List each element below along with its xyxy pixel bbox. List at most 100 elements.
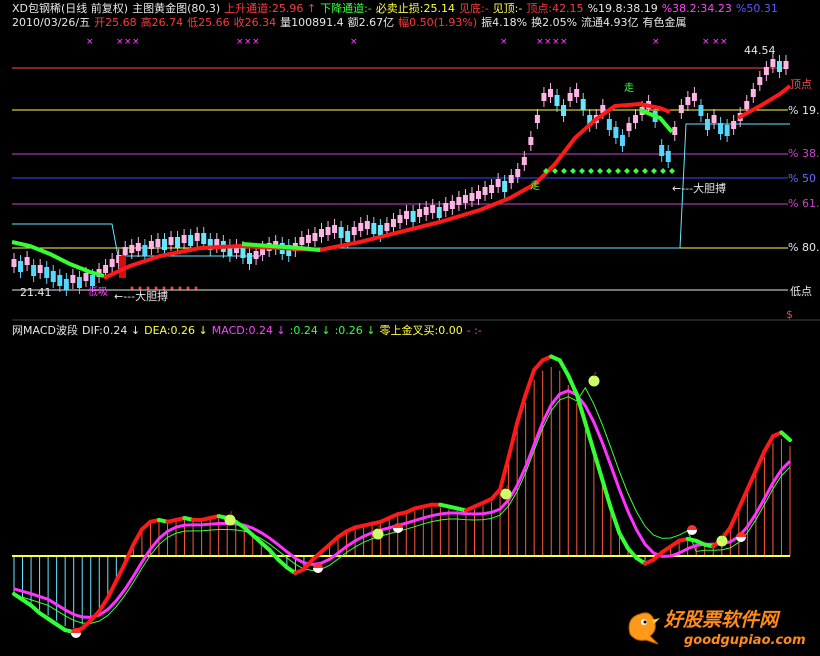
buy-diamond bbox=[597, 168, 603, 174]
indicator-field: MACD:0.24 ↓ bbox=[211, 324, 286, 337]
candle bbox=[148, 235, 154, 255]
dif-segment bbox=[37, 611, 51, 621]
high-value-label: 44.54 bbox=[744, 44, 776, 57]
candle bbox=[305, 229, 311, 249]
mid-mark: 走 bbox=[624, 83, 634, 94]
dif-segment bbox=[719, 525, 733, 541]
dif-segment bbox=[156, 517, 170, 524]
candle bbox=[541, 87, 547, 107]
candle bbox=[207, 233, 213, 256]
indicator-field: DEA:0.26 ↓ bbox=[144, 324, 208, 337]
dif-segment bbox=[267, 548, 281, 562]
dead-cross-apple-icon bbox=[716, 531, 728, 547]
candle bbox=[364, 215, 370, 235]
candle bbox=[18, 255, 24, 278]
bold-buy-label: ←---大胆搏 bbox=[114, 290, 169, 303]
signal-x-mark: × bbox=[544, 37, 552, 47]
dif-segment bbox=[233, 519, 247, 530]
bird-logo-icon bbox=[628, 612, 660, 645]
dif-segment bbox=[472, 500, 486, 509]
candlesticks bbox=[11, 53, 789, 296]
dif-segment bbox=[139, 519, 153, 532]
buy-diamond bbox=[651, 168, 657, 174]
dollar-mark: $ bbox=[786, 308, 793, 321]
candle bbox=[776, 55, 782, 78]
candle bbox=[44, 261, 50, 284]
dif-segment bbox=[532, 358, 545, 372]
candle bbox=[567, 87, 573, 107]
dif-segment bbox=[728, 506, 741, 530]
dot-mark bbox=[178, 286, 182, 290]
signal-x-mark: × bbox=[552, 37, 560, 47]
signal-x-mark: × bbox=[652, 37, 660, 47]
golden-cross-ball-icon bbox=[393, 523, 403, 533]
candle bbox=[70, 269, 76, 289]
candle bbox=[194, 227, 200, 247]
mid-mark: 走 bbox=[530, 181, 540, 192]
fib-50-label: % 50 bbox=[788, 172, 816, 185]
buy-diamond bbox=[561, 168, 567, 174]
bottom-mark: 低吸 bbox=[88, 287, 108, 298]
candle bbox=[417, 203, 423, 223]
dif-segment bbox=[523, 367, 537, 397]
dif-segment bbox=[702, 542, 716, 549]
dif-segment bbox=[745, 468, 758, 492]
candle bbox=[50, 265, 56, 288]
signal-x-mark: × bbox=[536, 37, 544, 47]
candle bbox=[338, 221, 344, 244]
golden-cross-ball-icon bbox=[687, 525, 697, 535]
candle bbox=[691, 87, 697, 107]
candle bbox=[763, 61, 769, 81]
dif-segment bbox=[412, 504, 426, 511]
candle bbox=[665, 145, 671, 168]
candle bbox=[404, 205, 410, 225]
dif-segment bbox=[250, 533, 264, 545]
candle bbox=[685, 91, 691, 111]
candle bbox=[410, 205, 416, 228]
dot-mark bbox=[194, 286, 198, 290]
candle bbox=[718, 117, 724, 140]
signal-x-mark: × bbox=[124, 37, 132, 47]
dif-segment bbox=[489, 487, 503, 501]
dif-segment bbox=[88, 609, 102, 623]
dif-segment bbox=[660, 544, 673, 555]
dif-segment bbox=[736, 487, 750, 511]
price-chart[interactable]: × × × × × × × × × × × × × × × × × bbox=[0, 0, 820, 320]
dif-segment bbox=[694, 538, 707, 547]
indicator-field: 网MACD波段 bbox=[12, 324, 78, 337]
buy-diamond bbox=[588, 168, 594, 174]
candle bbox=[495, 173, 501, 193]
fib-61-label: % 61. bbox=[788, 197, 820, 210]
dif-segment bbox=[165, 517, 179, 524]
dif-segment bbox=[438, 502, 451, 509]
candle bbox=[155, 233, 161, 253]
candle bbox=[613, 121, 619, 144]
dot-mark bbox=[186, 286, 190, 290]
buy-diamond bbox=[615, 168, 621, 174]
candle bbox=[750, 83, 756, 103]
dif-segment bbox=[174, 516, 187, 522]
candle bbox=[214, 233, 220, 253]
candle bbox=[397, 209, 403, 229]
candle bbox=[462, 189, 468, 209]
buy-diamond bbox=[606, 168, 612, 174]
dif-segment bbox=[276, 557, 289, 570]
signal-x-mark: × bbox=[116, 37, 124, 47]
golden-cross-ball-icon bbox=[313, 563, 323, 573]
site-watermark: 好股票软件网 goodgupiao.com bbox=[628, 609, 806, 648]
dif-segment bbox=[225, 516, 238, 524]
candle bbox=[626, 117, 632, 137]
indicator-header: 网MACD波段 DIF:0.24 ↓ DEA:0.26 ↓ MACD:0.24 ↓:0… bbox=[12, 324, 486, 337]
dif-segment bbox=[591, 449, 605, 482]
indicator-field: :0.24 ↓ bbox=[289, 324, 331, 337]
watermark-name: 好股票软件网 bbox=[663, 609, 781, 631]
candle bbox=[37, 259, 43, 279]
dif-segment bbox=[80, 618, 93, 631]
dif-segment bbox=[557, 358, 571, 378]
dif-segment bbox=[625, 546, 639, 560]
dif-segment bbox=[463, 504, 477, 513]
dif-segment bbox=[446, 504, 460, 511]
candle bbox=[109, 253, 115, 273]
candle bbox=[31, 259, 37, 282]
dead-cross-apple-icon bbox=[500, 484, 512, 500]
